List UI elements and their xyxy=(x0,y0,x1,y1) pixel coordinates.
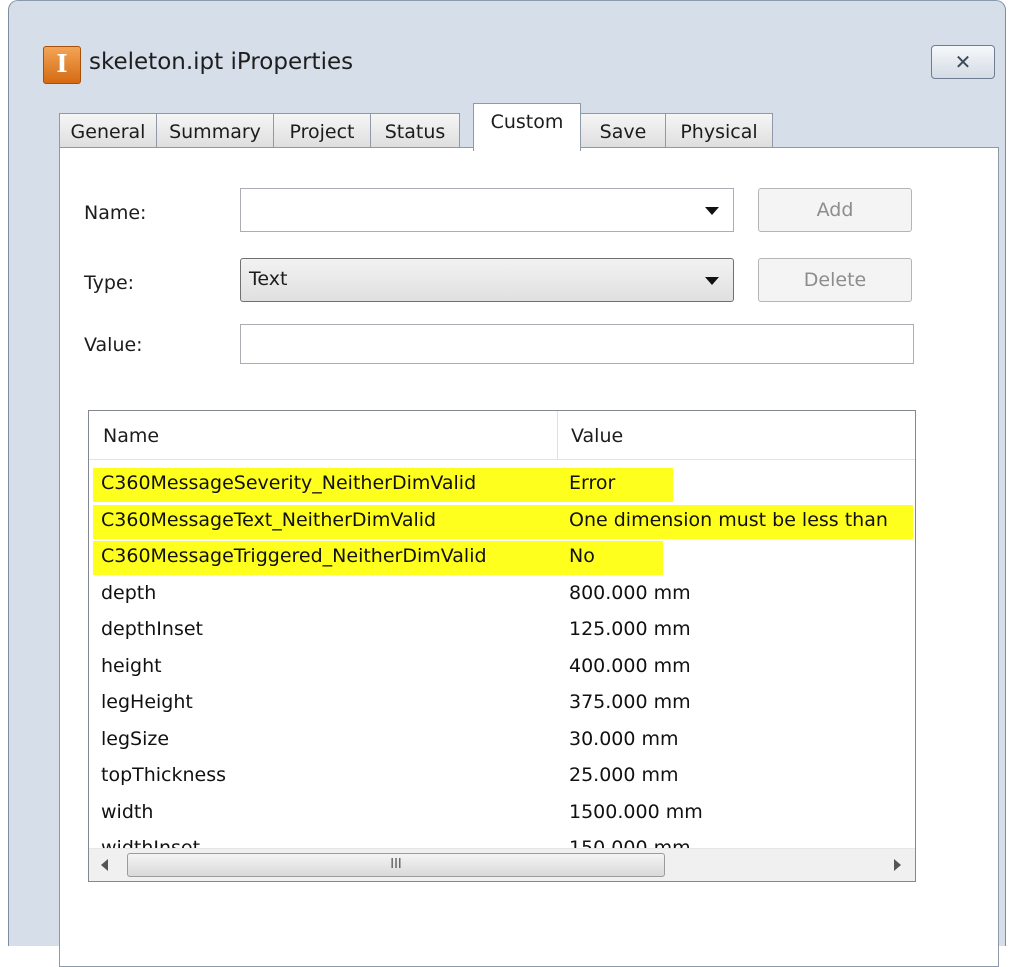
row-name: C360MessageSeverity_NeitherDimValid xyxy=(101,472,477,494)
row-name: height xyxy=(101,654,162,677)
table-row[interactable]: height 400.000 mm xyxy=(89,650,915,687)
row-value: 400.000 mm xyxy=(569,654,691,677)
dialog-window: I skeleton.ipt iProperties ✕ General Sum… xyxy=(8,0,1006,967)
row-name: C360MessageText_NeitherDimValid xyxy=(101,508,437,531)
row-name: topThickness xyxy=(101,764,227,786)
scrollbar-thumb[interactable]: III xyxy=(127,853,665,877)
column-header-value[interactable]: Value xyxy=(571,425,623,447)
row-name: width xyxy=(101,800,154,823)
close-icon: ✕ xyxy=(954,50,972,74)
row-name: depth xyxy=(101,581,157,604)
row-value: 25.000 mm xyxy=(569,764,679,786)
table-row[interactable]: C360MessageTriggered_NeitherDimValid No xyxy=(89,540,915,577)
row-value: No xyxy=(569,545,595,567)
tab-physical[interactable]: Physical xyxy=(665,113,773,150)
properties-list[interactable]: Name Value C360MessageSeverity_NeitherDi… xyxy=(88,410,916,882)
row-value: 800.000 mm xyxy=(569,581,691,604)
value-label: Value: xyxy=(84,334,143,356)
list-rows: C360MessageSeverity_NeitherDimValid Erro… xyxy=(89,467,915,869)
list-header: Name Value xyxy=(89,411,915,460)
name-label: Name: xyxy=(84,202,147,224)
table-row[interactable]: C360MessageText_NeitherDimValid One dime… xyxy=(89,504,915,541)
chevron-down-icon xyxy=(705,277,719,285)
tab-general[interactable]: General xyxy=(59,113,157,150)
table-row[interactable]: C360MessageSeverity_NeitherDimValid Erro… xyxy=(89,467,915,504)
row-name: C360MessageTriggered_NeitherDimValid xyxy=(101,545,487,567)
table-row[interactable]: depthInset 125.000 mm xyxy=(89,613,915,650)
type-label: Type: xyxy=(84,272,135,294)
row-name: legHeight xyxy=(101,691,193,713)
row-name: legSize xyxy=(101,727,170,750)
column-divider[interactable] xyxy=(557,411,558,459)
tab-custom[interactable]: Custom xyxy=(473,103,581,151)
table-row[interactable]: legSize 30.000 mm xyxy=(89,723,915,760)
row-value: 1500.000 mm xyxy=(569,800,703,823)
title-bar: I skeleton.ipt iProperties ✕ xyxy=(9,1,1005,84)
chevron-down-icon xyxy=(705,207,719,215)
scroll-left-arrow-icon[interactable] xyxy=(101,859,108,871)
close-button[interactable]: ✕ xyxy=(931,45,995,79)
type-select[interactable]: Text xyxy=(240,258,734,302)
name-combobox[interactable] xyxy=(240,188,734,232)
inventor-app-icon: I xyxy=(43,46,81,84)
row-value: 125.000 mm xyxy=(569,618,691,640)
tab-strip: General Summary Project Status Custom Sa… xyxy=(59,103,999,151)
table-row[interactable]: topThickness 25.000 mm xyxy=(89,759,915,796)
delete-button[interactable]: Delete xyxy=(758,258,912,302)
table-row[interactable]: width 1500.000 mm xyxy=(89,796,915,833)
row-value: One dimension must be less than xyxy=(569,508,888,531)
type-select-value: Text xyxy=(249,268,288,290)
tab-project[interactable]: Project xyxy=(273,113,371,150)
row-value: Error xyxy=(569,472,616,494)
horizontal-scrollbar[interactable]: III xyxy=(89,848,915,881)
value-input[interactable] xyxy=(240,324,914,364)
column-header-name[interactable]: Name xyxy=(103,425,159,447)
tab-summary[interactable]: Summary xyxy=(156,113,274,150)
table-row[interactable]: legHeight 375.000 mm xyxy=(89,686,915,723)
scroll-right-arrow-icon[interactable] xyxy=(894,859,901,871)
tab-save[interactable]: Save xyxy=(580,113,666,150)
row-value: 375.000 mm xyxy=(569,691,691,713)
custom-tab-panel: Name: Add Type: Text Delete Value: Name … xyxy=(59,147,999,967)
row-value: 30.000 mm xyxy=(569,727,679,750)
tab-status[interactable]: Status xyxy=(370,113,460,150)
window-title: skeleton.ipt iProperties xyxy=(89,49,354,75)
row-name: depthInset xyxy=(101,618,203,640)
add-button[interactable]: Add xyxy=(758,188,912,232)
table-row[interactable]: depth 800.000 mm xyxy=(89,577,915,614)
